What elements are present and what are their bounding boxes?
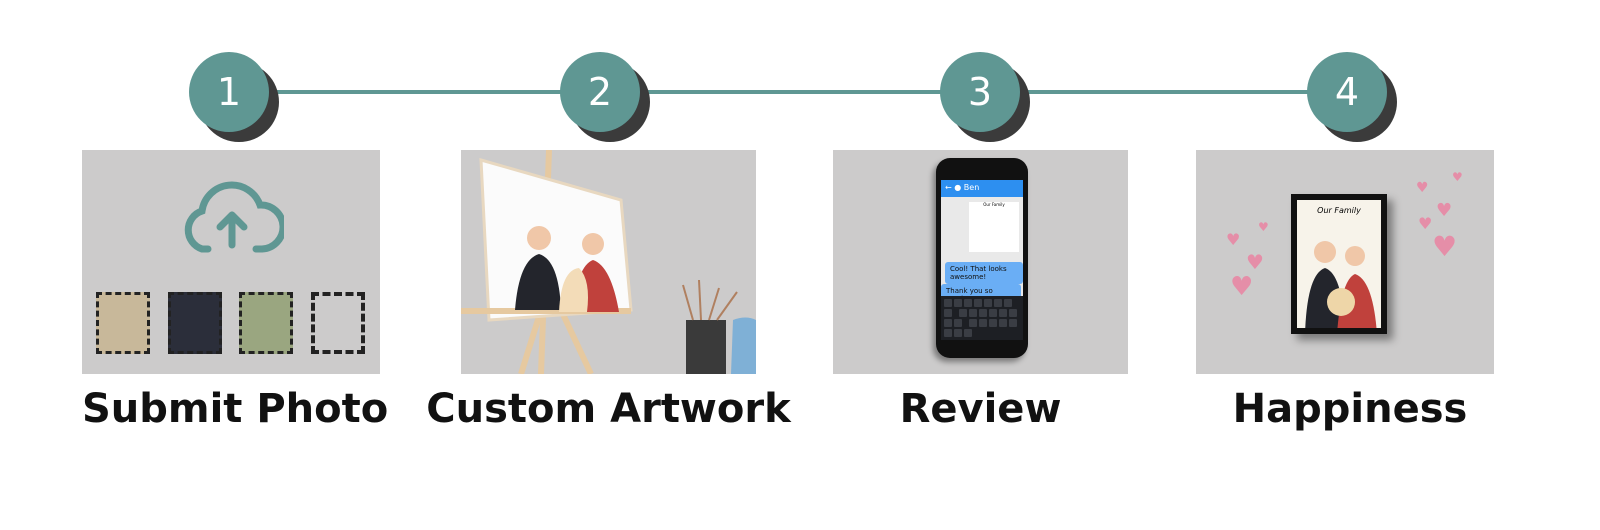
heart-icon: ♥ (1432, 230, 1458, 263)
step-4-badge: 4 (1307, 52, 1387, 132)
happiness-panel: Our Family ♥ ♥ ♥ ♥ ♥ ♥ ♥ ♥ ♥ (1196, 150, 1494, 374)
heart-icon: ♥ (1230, 272, 1254, 302)
frame-caption: Our Family (1317, 206, 1361, 215)
heart-icon: ♥ (1452, 170, 1463, 184)
heart-icon: ♥ (1226, 230, 1241, 249)
submit-photo-panel (82, 150, 380, 374)
heart-icon: ♥ (1416, 180, 1429, 196)
step-2-badge: 2 (560, 52, 640, 132)
heart-icon: ♥ (1436, 200, 1453, 221)
heart-icon: ♥ (1258, 220, 1269, 234)
heart-icon: ♥ (1246, 250, 1264, 274)
step-4-title: Happiness (1232, 386, 1468, 432)
review-panel: ← ● Ben Our Family Cool! That looks awes… (833, 150, 1128, 374)
step-1-badge: 1 (189, 52, 269, 132)
easel-canvas-icon (461, 150, 756, 374)
framed-portrait-icon: Our Family (1291, 194, 1387, 334)
step-2-title: Custom Artwork (426, 386, 791, 432)
cloud-upload-icon (184, 181, 284, 253)
step-3-badge: 3 (940, 52, 1020, 132)
custom-artwork-panel (461, 150, 756, 374)
phone-chat-icon: ← ● Ben Our Family Cool! That looks awes… (936, 158, 1028, 358)
keyboard (941, 296, 1023, 340)
chat-header: ← ● Ben (941, 180, 1023, 197)
heart-icon: ♥ (1418, 214, 1433, 233)
photo-thumbnail-dog (96, 292, 150, 354)
step-1-title: Submit Photo (82, 386, 389, 432)
chat-message-received: Cool! That looks awesome! (945, 262, 1023, 284)
step-3-title: Review (899, 386, 1062, 432)
empty-photo-slot (311, 292, 365, 354)
artwork-preview: Our Family (969, 202, 1019, 252)
photo-thumbnail-man (168, 292, 222, 354)
photo-thumbnail-woman (239, 292, 293, 354)
timeline-connector (270, 90, 1310, 94)
